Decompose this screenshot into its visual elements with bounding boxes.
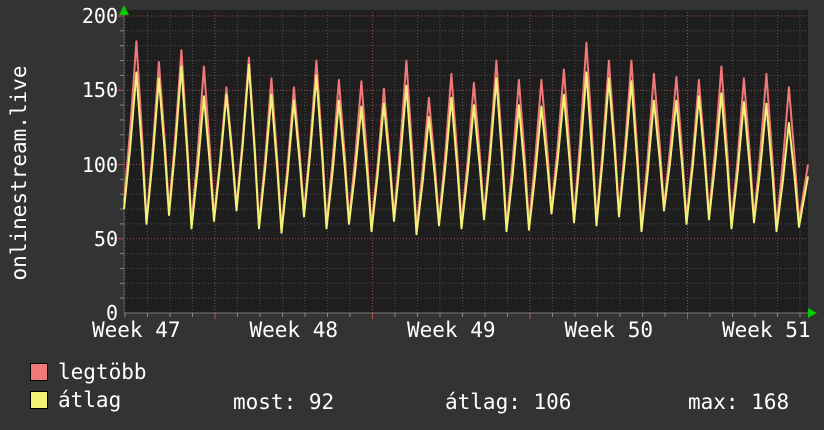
x-axis-week-label: Week 51: [721, 318, 811, 342]
atlag-legend-label: átlag: [58, 387, 122, 412]
y-axis-tick-label: 150: [81, 78, 118, 103]
legend-row-atlag: átlag: [30, 387, 122, 412]
x-axis-arrow-icon: [808, 308, 817, 318]
y-axis-tick-label: 100: [81, 152, 118, 177]
y-axis-tick-label: 200: [81, 4, 118, 28]
stat-most: most: 92: [233, 390, 335, 414]
y-axis-tick-label: 50: [93, 226, 118, 251]
atlag-color-swatch: [30, 391, 48, 409]
x-axis-week-label: Week 50: [564, 318, 653, 342]
legend-row-legtobb: legtöbb: [30, 359, 147, 384]
x-axis-week-label: Week 48: [249, 318, 338, 342]
stat-atlag: átlag: 106: [445, 390, 572, 414]
stat-max: max: 168: [688, 390, 790, 414]
legtobb-color-swatch: [30, 363, 48, 381]
x-axis-week-label: Week 47: [91, 318, 181, 342]
x-axis-week-label: Week 49: [406, 318, 496, 342]
legtobb-legend-label: legtöbb: [58, 359, 147, 384]
